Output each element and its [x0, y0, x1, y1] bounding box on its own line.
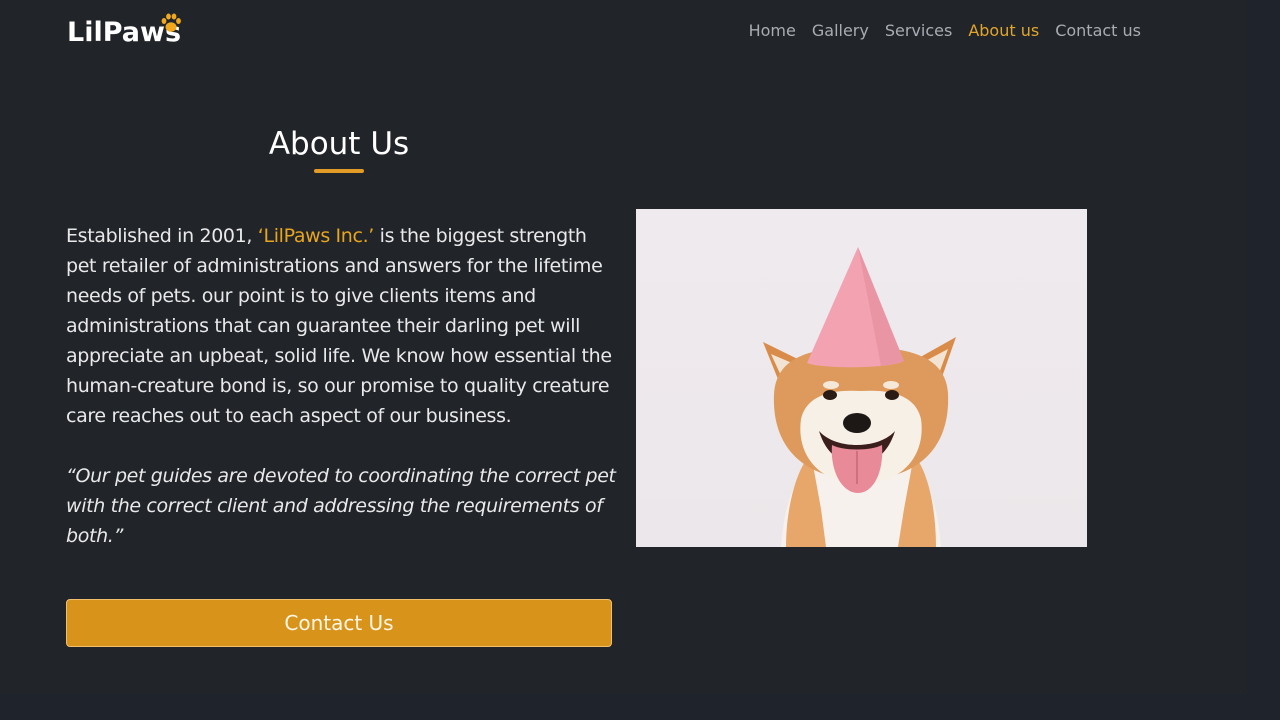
intro-after: is the biggest strength pet retailer of … — [66, 225, 612, 427]
nav-about-us[interactable]: About us — [968, 20, 1039, 42]
nav-contact-us[interactable]: Contact us — [1055, 20, 1141, 42]
paw-icon — [161, 13, 181, 32]
nav-gallery[interactable]: Gallery — [812, 20, 869, 42]
nav-services[interactable]: Services — [885, 20, 952, 42]
shiba-dog-illustration — [763, 247, 956, 547]
nav-home[interactable]: Home — [749, 20, 796, 42]
intro-before: Established in 2001, — [66, 225, 258, 247]
page: LilPaws Home Gallery Services About us C… — [0, 0, 1247, 694]
page-title: About Us — [268, 126, 410, 162]
company-name: ‘LilPaws Inc.’ — [257, 225, 375, 247]
contact-us-button[interactable]: Contact Us — [66, 599, 612, 647]
title-underline — [314, 169, 364, 173]
about-description: Established in 2001, ‘LilPaws Inc.’ is t… — [66, 221, 618, 431]
main-nav: Home Gallery Services About us Contact u… — [749, 20, 1141, 42]
about-quote: “Our pet guides are devoted to coordinat… — [66, 465, 616, 547]
logo[interactable]: LilPaws — [67, 12, 181, 50]
dog-photo — [636, 209, 1087, 547]
